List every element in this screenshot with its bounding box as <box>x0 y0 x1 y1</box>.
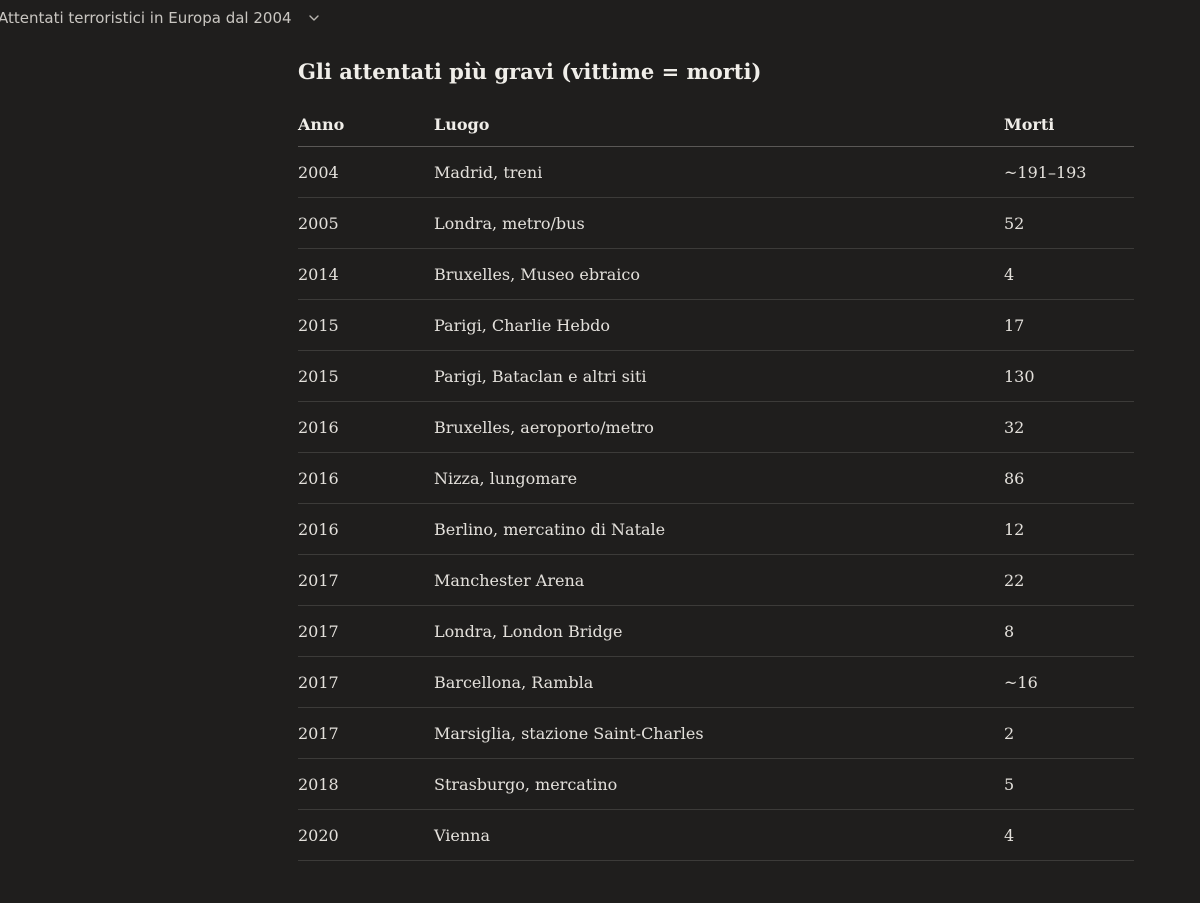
section-heading: Gli attentati più gravi (vittime = morti… <box>298 59 762 84</box>
cell-morti: 12 <box>1004 503 1134 555</box>
cell-luogo: Manchester Arena <box>434 554 1004 606</box>
cell-anno: 2004 <box>298 146 434 198</box>
cell-morti: 22 <box>1004 554 1134 606</box>
table-body: 2004 Madrid, treni ~191–193 2005 Londra,… <box>298 146 1134 861</box>
cell-luogo: Londra, metro/bus <box>434 197 1004 249</box>
cell-luogo: Berlino, mercatino di Natale <box>434 503 1004 555</box>
cell-anno: 2017 <box>298 656 434 708</box>
cell-morti: 52 <box>1004 197 1134 249</box>
cell-anno: 2014 <box>298 248 434 300</box>
cell-anno: 2020 <box>298 809 434 861</box>
cell-anno: 2017 <box>298 707 434 759</box>
column-header-luogo: Luogo <box>434 102 1004 147</box>
cell-anno: 2017 <box>298 554 434 606</box>
table-row: 2017 Manchester Arena 22 <box>298 554 1134 606</box>
conversation-title: Attentati terroristici in Europa dal 200… <box>0 9 292 27</box>
table-row: 2004 Madrid, treni ~191–193 <box>298 146 1134 198</box>
table-row: 2017 Marsiglia, stazione Saint-Charles 2 <box>298 707 1134 759</box>
table-row: 2017 Londra, London Bridge 8 <box>298 605 1134 657</box>
cell-luogo: Parigi, Charlie Hebdo <box>434 299 1004 351</box>
table-row: 2014 Bruxelles, Museo ebraico 4 <box>298 248 1134 300</box>
table-row: 2018 Strasburgo, mercatino 5 <box>298 758 1134 810</box>
cell-luogo: Madrid, treni <box>434 146 1004 198</box>
table-row: 2016 Bruxelles, aeroporto/metro 32 <box>298 401 1134 453</box>
cell-luogo: Nizza, lungomare <box>434 452 1004 504</box>
cell-anno: 2016 <box>298 503 434 555</box>
cell-morti: 17 <box>1004 299 1134 351</box>
cell-luogo: Bruxelles, Museo ebraico <box>434 248 1004 300</box>
cell-morti: 8 <box>1004 605 1134 657</box>
cell-luogo: Barcellona, Rambla <box>434 656 1004 708</box>
cell-morti: 4 <box>1004 809 1134 861</box>
cell-morti: 32 <box>1004 401 1134 453</box>
message-content: Gli attentati più gravi (vittime = morti… <box>298 52 1134 861</box>
cell-morti: ~191–193 <box>1004 146 1134 198</box>
table-row: 2015 Parigi, Charlie Hebdo 17 <box>298 299 1134 351</box>
table-row: 2015 Parigi, Bataclan e altri siti 130 <box>298 350 1134 402</box>
table-row: 2005 Londra, metro/bus 52 <box>298 197 1134 249</box>
table-header-row: Anno Luogo Morti <box>298 102 1134 147</box>
cell-morti: 86 <box>1004 452 1134 504</box>
cell-morti: 2 <box>1004 707 1134 759</box>
cell-morti: ~16 <box>1004 656 1134 708</box>
cell-luogo: Bruxelles, aeroporto/metro <box>434 401 1004 453</box>
cell-luogo: Londra, London Bridge <box>434 605 1004 657</box>
cell-luogo: Vienna <box>434 809 1004 861</box>
chevron-down-icon[interactable] <box>306 10 322 26</box>
cell-anno: 2017 <box>298 605 434 657</box>
column-header-morti: Morti <box>1004 102 1134 147</box>
cell-luogo: Marsiglia, stazione Saint-Charles <box>434 707 1004 759</box>
cell-morti: 4 <box>1004 248 1134 300</box>
attacks-table: Anno Luogo Morti 2004 Madrid, treni ~191… <box>298 102 1134 861</box>
cell-morti: 5 <box>1004 758 1134 810</box>
cell-anno: 2018 <box>298 758 434 810</box>
cell-anno: 2005 <box>298 197 434 249</box>
cell-luogo: Parigi, Bataclan e altri siti <box>434 350 1004 402</box>
cell-luogo: Strasburgo, mercatino <box>434 758 1004 810</box>
table-row: 2016 Berlino, mercatino di Natale 12 <box>298 503 1134 555</box>
column-header-anno: Anno <box>298 102 434 147</box>
table-row: 2017 Barcellona, Rambla ~16 <box>298 656 1134 708</box>
cell-anno: 2016 <box>298 401 434 453</box>
cell-morti: 130 <box>1004 350 1134 402</box>
conversation-title-dropdown[interactable]: Attentati terroristici in Europa dal 200… <box>0 0 322 36</box>
table-row: 2016 Nizza, lungomare 86 <box>298 452 1134 504</box>
cell-anno: 2015 <box>298 299 434 351</box>
cell-anno: 2015 <box>298 350 434 402</box>
table-row: 2020 Vienna 4 <box>298 809 1134 861</box>
cell-anno: 2016 <box>298 452 434 504</box>
